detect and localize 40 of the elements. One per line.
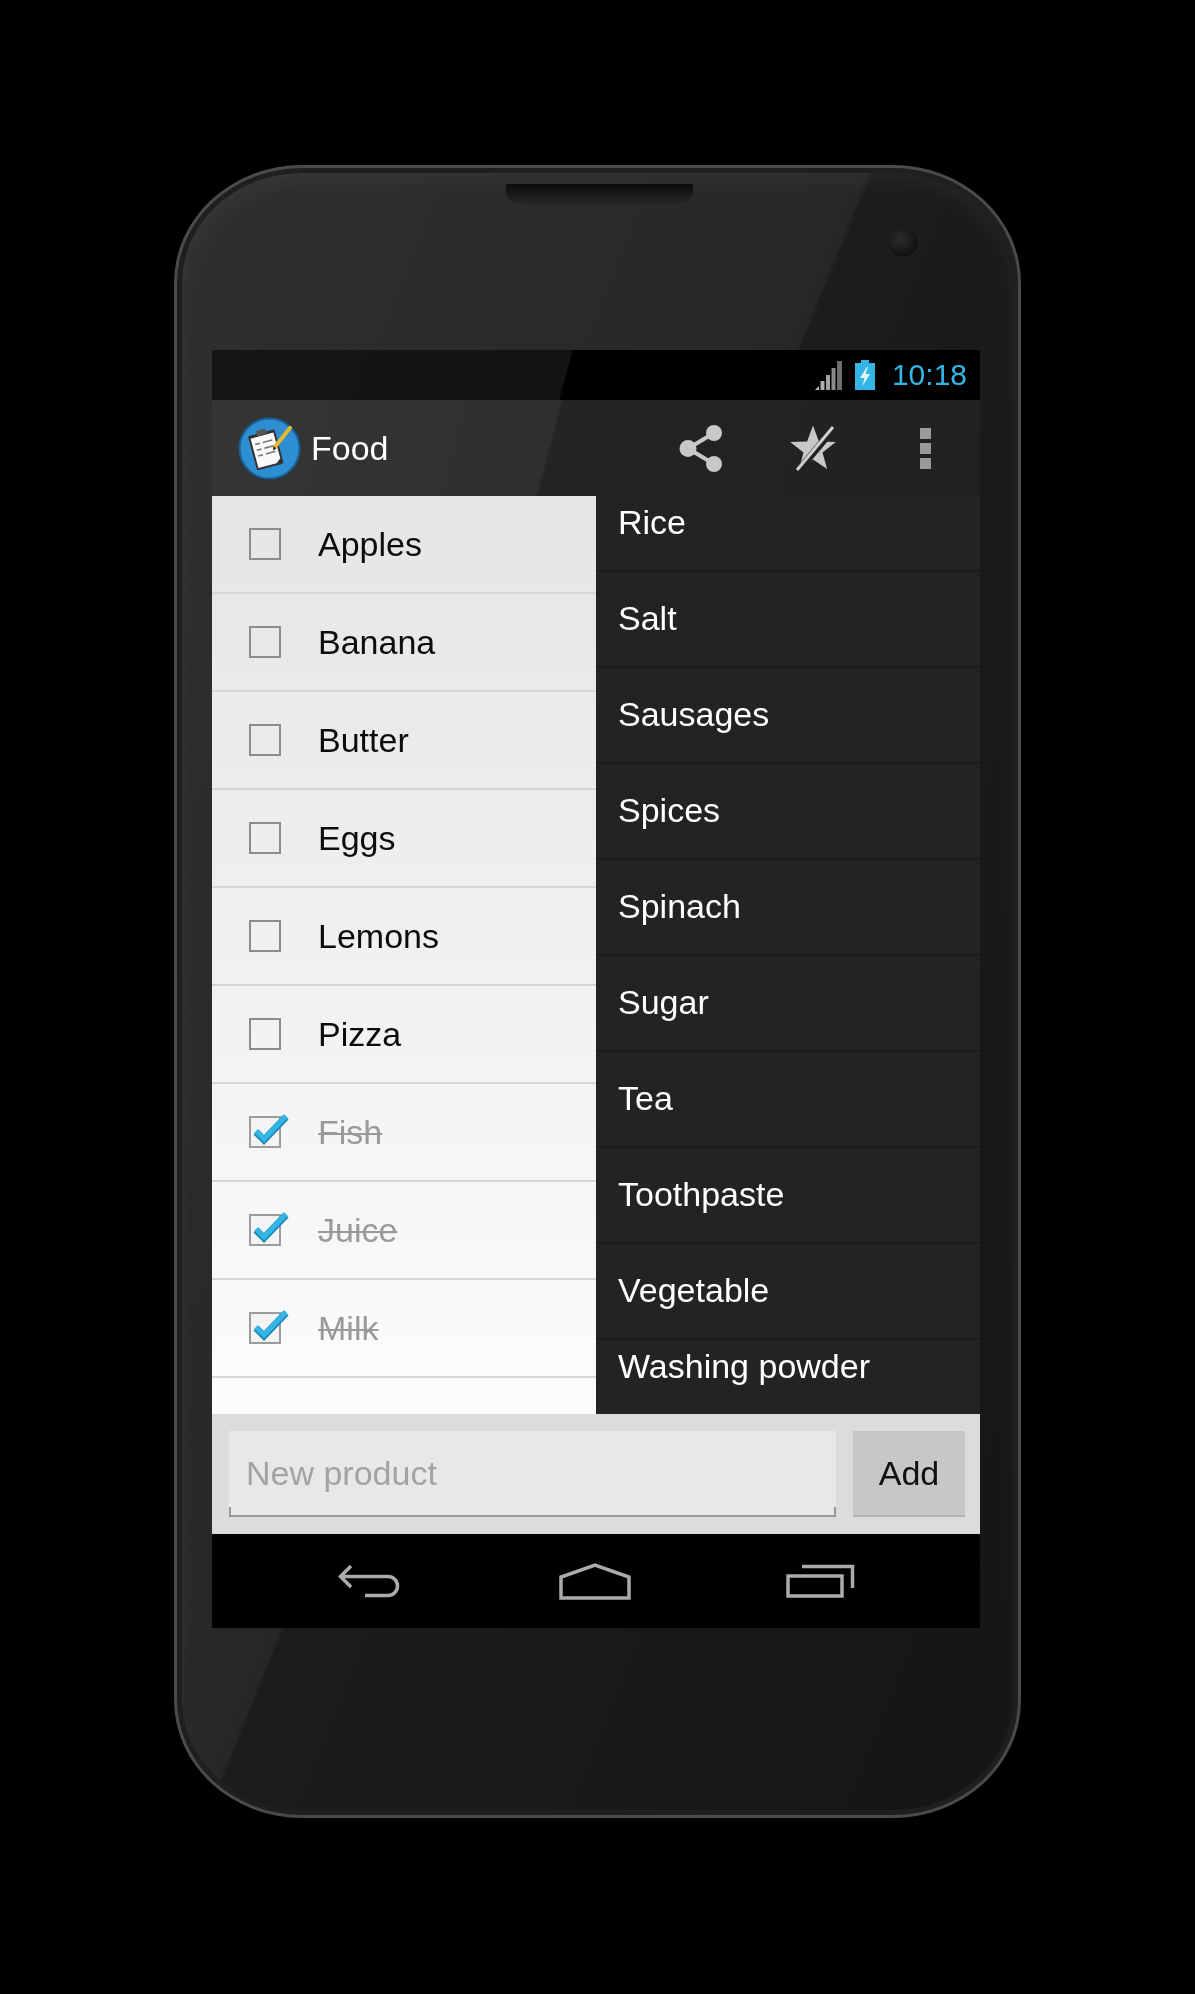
- checkbox[interactable]: [249, 1112, 289, 1148]
- home-icon[interactable]: [558, 1562, 631, 1600]
- item-label: Fish: [318, 1111, 383, 1153]
- item-label: Pizza: [318, 1013, 402, 1055]
- item-label: Eggs: [318, 817, 396, 859]
- item-label: Milk: [318, 1307, 379, 1349]
- checkbox[interactable]: [249, 1018, 281, 1050]
- item-label: Juice: [318, 1209, 398, 1251]
- list-item[interactable]: Toothpaste: [596, 1148, 980, 1244]
- overflow-menu-icon[interactable]: [920, 427, 931, 469]
- add-button[interactable]: Add: [853, 1431, 965, 1517]
- product-input-field[interactable]: New product: [229, 1431, 836, 1517]
- checkbox[interactable]: [249, 724, 281, 756]
- item-label: Banana: [318, 621, 436, 663]
- list-item[interactable]: Spinach: [596, 860, 980, 956]
- item-label: Lemons: [318, 915, 439, 957]
- list-item[interactable]: Sausages: [596, 668, 980, 764]
- checkbox[interactable]: [249, 528, 281, 560]
- list-item[interactable]: Rice: [596, 496, 980, 572]
- list-item[interactable]: Sugar: [596, 956, 980, 1052]
- clock-time: 10:18: [891, 360, 967, 390]
- list-item[interactable]: Vegetable: [596, 1244, 980, 1340]
- list-item[interactable]: Spices: [596, 764, 980, 860]
- recent-apps-icon[interactable]: [785, 1564, 855, 1598]
- list-item[interactable]: Washing powder: [596, 1340, 980, 1390]
- list-item[interactable]: Salt: [596, 572, 980, 668]
- checkbox[interactable]: [249, 920, 281, 952]
- checkbox[interactable]: [249, 1308, 289, 1344]
- checkbox[interactable]: [249, 626, 281, 658]
- share-icon[interactable]: [679, 424, 723, 472]
- clipboard-icon[interactable]: [238, 416, 301, 480]
- signal-icon: [814, 360, 842, 390]
- front-camera: [888, 227, 918, 257]
- app-title: Food: [311, 427, 389, 469]
- checkbox[interactable]: [249, 822, 281, 854]
- checkbox[interactable]: [249, 1210, 289, 1246]
- battery-icon: [854, 360, 875, 390]
- item-label: Apples: [318, 523, 422, 565]
- item-label: Butter: [318, 719, 409, 761]
- list-item[interactable]: Tea: [596, 1052, 980, 1148]
